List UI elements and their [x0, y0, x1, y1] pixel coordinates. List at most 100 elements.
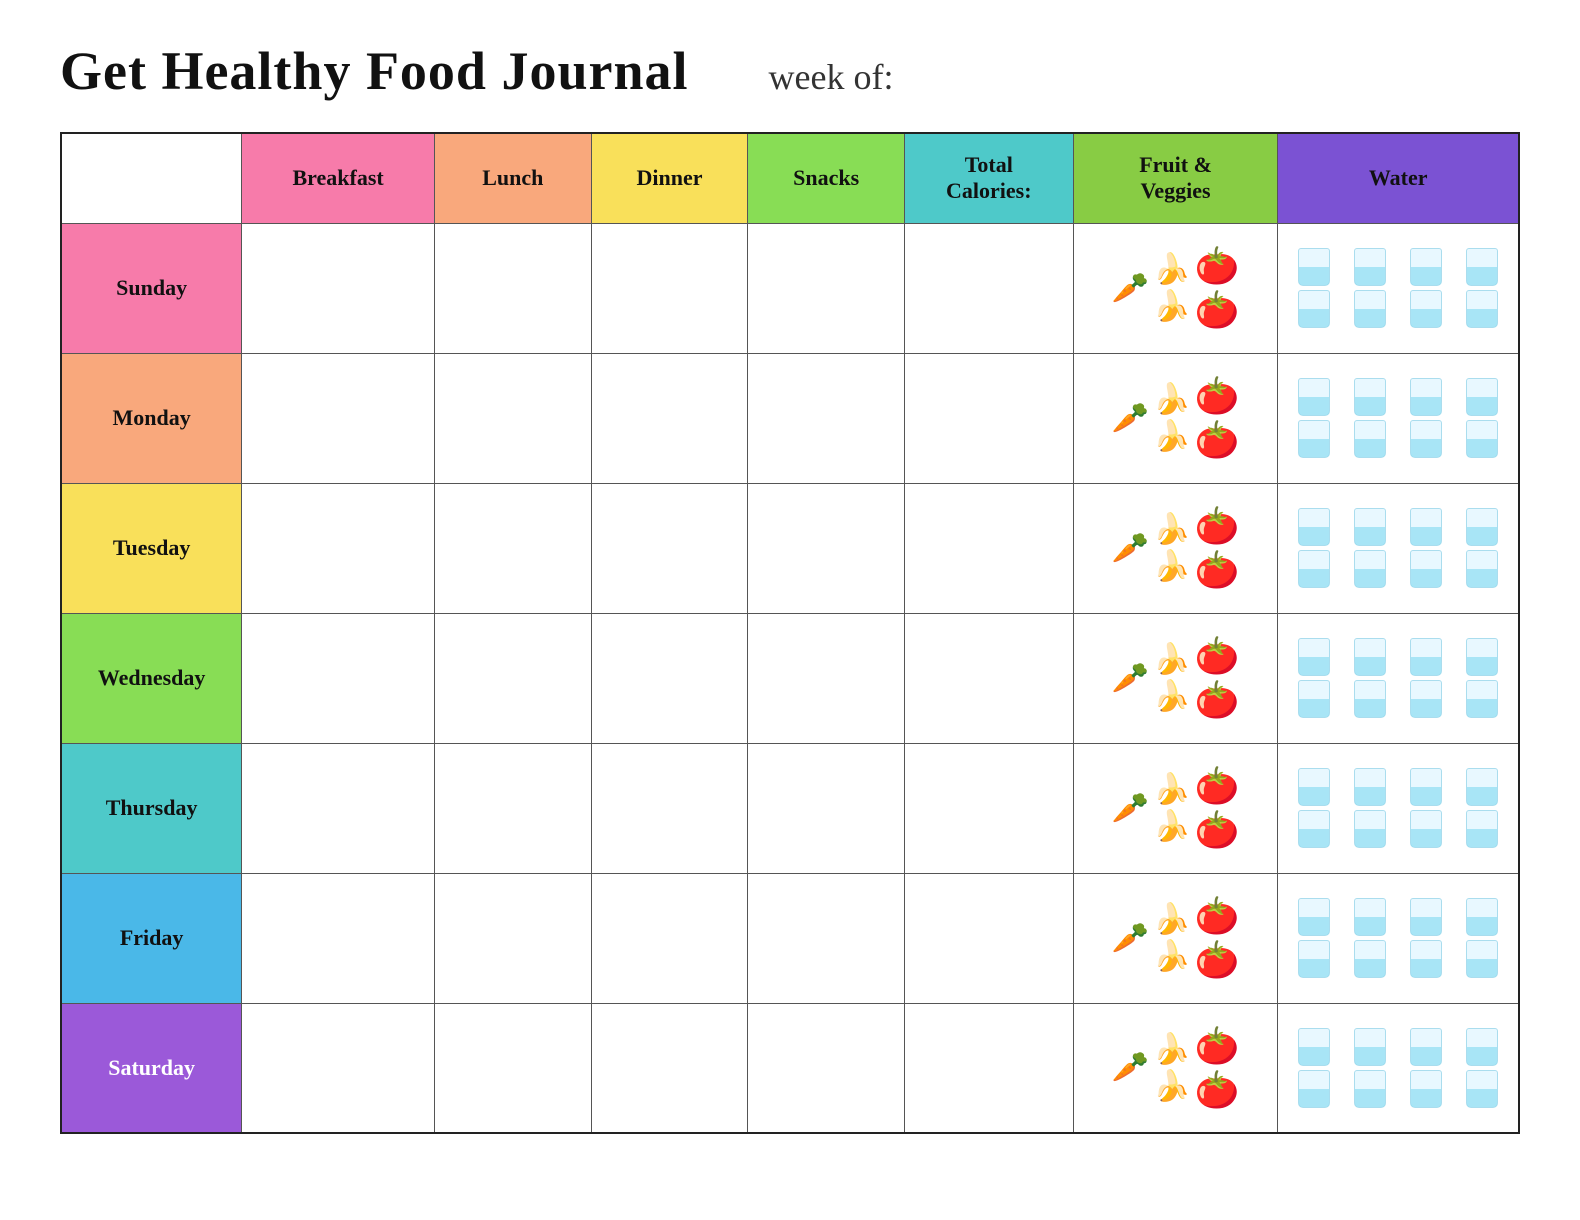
carrot-icon: 🥕 [1112, 401, 1149, 436]
water-glass [1298, 420, 1330, 458]
fv-cell: 🥕 🍌 🍌 🍅 🍅 [1073, 1003, 1278, 1133]
snacks-cell[interactable] [748, 483, 905, 613]
dinner-cell[interactable] [591, 743, 748, 873]
tomato-icon2: 🍅 [1194, 939, 1239, 981]
calories-cell[interactable] [904, 223, 1073, 353]
snacks-cell[interactable] [748, 223, 905, 353]
water-glass [1466, 638, 1498, 676]
water-glass [1298, 1070, 1330, 1108]
th-fv: Fruit &Veggies [1073, 133, 1278, 223]
calories-cell[interactable] [904, 483, 1073, 613]
page-header: Get Healthy Food Journal week of: [60, 40, 1520, 102]
water-glass [1298, 810, 1330, 848]
water-glass [1410, 898, 1442, 936]
th-dinner: Dinner [591, 133, 748, 223]
dinner-cell[interactable] [591, 223, 748, 353]
day-cell: Sunday [61, 223, 242, 353]
water-glass [1298, 248, 1330, 286]
banana-group: 🍌 🍌 [1153, 772, 1190, 844]
lunch-cell[interactable] [435, 873, 592, 1003]
lunch-cell[interactable] [435, 353, 592, 483]
carrot-icon: 🥕 [1112, 531, 1149, 566]
fv-container: 🥕 🍌 🍌 🍅 🍅 [1078, 375, 1274, 461]
fv-container: 🥕 🍌 🍌 🍅 🍅 [1078, 1025, 1274, 1111]
water-glass [1354, 898, 1386, 936]
dinner-cell[interactable] [591, 873, 748, 1003]
calories-cell[interactable] [904, 353, 1073, 483]
water-glass [1410, 768, 1442, 806]
fv-cell: 🥕 🍌 🍌 🍅 🍅 [1073, 613, 1278, 743]
snacks-cell[interactable] [748, 743, 905, 873]
banana-group: 🍌 🍌 [1153, 382, 1190, 454]
dinner-cell[interactable] [591, 613, 748, 743]
snacks-cell[interactable] [748, 1003, 905, 1133]
calories-cell[interactable] [904, 613, 1073, 743]
tomato-icon2: 🍅 [1194, 809, 1239, 851]
lunch-cell[interactable] [435, 223, 592, 353]
tomato-group: 🍅 🍅 [1194, 635, 1239, 721]
carrot-group: 🥕 [1112, 531, 1149, 566]
water-grid [1284, 894, 1512, 982]
tomato-group: 🍅 🍅 [1194, 245, 1239, 331]
lunch-cell[interactable] [435, 743, 592, 873]
day-cell: Friday [61, 873, 242, 1003]
dinner-cell[interactable] [591, 1003, 748, 1133]
banana-icon2: 🍌 [1153, 939, 1190, 974]
fv-cell: 🥕 🍌 🍌 🍅 🍅 [1073, 353, 1278, 483]
day-cell: Saturday [61, 1003, 242, 1133]
dinner-cell[interactable] [591, 483, 748, 613]
breakfast-cell[interactable] [242, 483, 435, 613]
water-glass [1354, 550, 1386, 588]
tomato-icon: 🍅 [1194, 375, 1239, 417]
week-label: week of: [769, 56, 894, 98]
day-cell: Monday [61, 353, 242, 483]
breakfast-cell[interactable] [242, 1003, 435, 1133]
calories-cell[interactable] [904, 1003, 1073, 1133]
tomato-group: 🍅 🍅 [1194, 765, 1239, 851]
carrot-icon: 🥕 [1112, 791, 1149, 826]
lunch-cell[interactable] [435, 1003, 592, 1133]
fv-container: 🥕 🍌 🍌 🍅 🍅 [1078, 635, 1274, 721]
day-cell: Tuesday [61, 483, 242, 613]
banana-icon: 🍌 [1153, 512, 1190, 547]
table-row: Monday 🥕 🍌 🍌 🍅 🍅 [61, 353, 1519, 483]
breakfast-cell[interactable] [242, 223, 435, 353]
water-glass [1354, 248, 1386, 286]
banana-group: 🍌 🍌 [1153, 512, 1190, 584]
breakfast-cell[interactable] [242, 873, 435, 1003]
tomato-icon: 🍅 [1194, 1025, 1239, 1067]
water-grid [1284, 764, 1512, 852]
lunch-cell[interactable] [435, 483, 592, 613]
water-glass [1466, 940, 1498, 978]
th-water: Water [1278, 133, 1519, 223]
banana-icon: 🍌 [1153, 252, 1190, 287]
calories-cell[interactable] [904, 873, 1073, 1003]
water-glass [1298, 768, 1330, 806]
water-cell [1278, 483, 1519, 613]
banana-icon: 🍌 [1153, 642, 1190, 677]
snacks-cell[interactable] [748, 353, 905, 483]
fv-cell: 🥕 🍌 🍌 🍅 🍅 [1073, 223, 1278, 353]
carrot-group: 🥕 [1112, 661, 1149, 696]
banana-group: 🍌 🍌 [1153, 1032, 1190, 1104]
water-glass [1466, 420, 1498, 458]
tomato-icon2: 🍅 [1194, 419, 1239, 461]
tomato-icon: 🍅 [1194, 635, 1239, 677]
banana-icon: 🍌 [1153, 1032, 1190, 1067]
tomato-icon2: 🍅 [1194, 289, 1239, 331]
tomato-icon2: 🍅 [1194, 1069, 1239, 1111]
snacks-cell[interactable] [748, 613, 905, 743]
snacks-cell[interactable] [748, 873, 905, 1003]
breakfast-cell[interactable] [242, 743, 435, 873]
water-glass [1410, 378, 1442, 416]
water-grid [1284, 1024, 1512, 1112]
breakfast-cell[interactable] [242, 353, 435, 483]
calories-cell[interactable] [904, 743, 1073, 873]
th-breakfast: Breakfast [242, 133, 435, 223]
water-glass [1298, 290, 1330, 328]
breakfast-cell[interactable] [242, 613, 435, 743]
banana-icon2: 🍌 [1153, 1069, 1190, 1104]
lunch-cell[interactable] [435, 613, 592, 743]
dinner-cell[interactable] [591, 353, 748, 483]
fv-cell: 🥕 🍌 🍌 🍅 🍅 [1073, 873, 1278, 1003]
